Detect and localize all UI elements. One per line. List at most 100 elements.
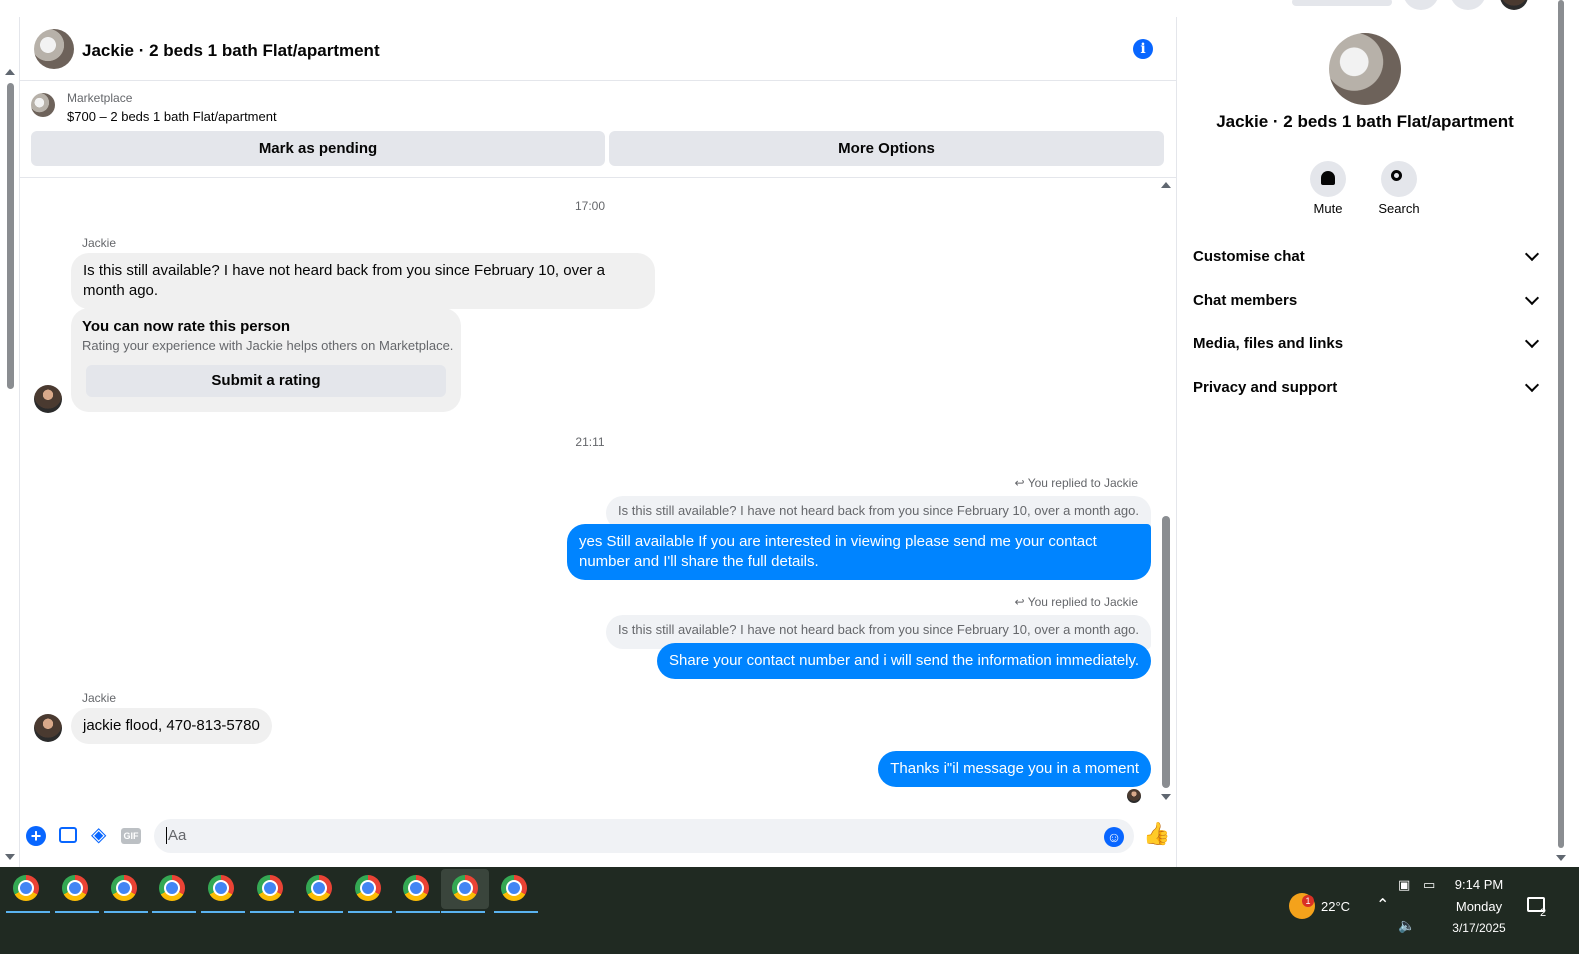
reply-label: You replied to Jackie <box>1027 595 1138 609</box>
listing-link[interactable]: $700 – 2 beds 1 bath Flat/apartment <box>67 109 277 124</box>
chevron-up-icon[interactable]: ⌃ <box>1376 895 1389 915</box>
taskbar-chrome-app[interactable] <box>494 869 538 913</box>
weather-badge: 1 <box>1302 895 1314 907</box>
outgoing-message[interactable]: yes Still available If you are intereste… <box>567 524 1151 580</box>
scroll-up-arrow-icon[interactable] <box>5 69 15 75</box>
search-button[interactable] <box>1381 161 1417 197</box>
top-round-button[interactable] <box>1450 0 1486 10</box>
section-label: Customise chat <box>1193 248 1305 265</box>
chevron-down-icon <box>1524 377 1540 393</box>
chrome-icon <box>305 875 332 901</box>
top-round-button[interactable] <box>1403 0 1439 10</box>
taskbar-chrome-app[interactable] <box>6 869 50 913</box>
taskbar-chrome-app[interactable] <box>103 869 148 913</box>
taskbar-chrome-app[interactable] <box>152 869 197 913</box>
mark-pending-button[interactable]: Mark as pending <box>31 131 605 166</box>
chrome-icon <box>61 875 88 901</box>
panel-scroll-down-icon[interactable] <box>1556 855 1566 861</box>
mute-button[interactable] <box>1310 161 1346 197</box>
chrome-icon <box>403 875 430 901</box>
reply-arrow-icon: ↩ <box>1014 595 1028 609</box>
panel-avatar[interactable] <box>1329 33 1401 105</box>
clock-date[interactable]: 3/17/2025 <box>1444 921 1514 935</box>
running-indicator <box>494 911 538 913</box>
sticker-icon[interactable]: ◈ <box>91 822 106 847</box>
search-label: Search <box>1378 201 1420 216</box>
incoming-message[interactable]: jackie flood, 470-813-5780 <box>71 708 272 744</box>
chat-scroll-down-icon[interactable] <box>1161 794 1171 800</box>
page-scrollbar[interactable] <box>0 17 20 867</box>
section-media-files-links[interactable]: Media, files and links <box>1193 332 1540 356</box>
taskbar-chrome-app[interactable] <box>298 869 343 913</box>
marketplace-label: Marketplace <box>67 91 133 105</box>
clock-time[interactable]: 9:14 PM <box>1444 877 1514 892</box>
reply-arrow-icon: ↩ <box>1014 476 1028 490</box>
timestamp: 17:00 <box>574 199 606 213</box>
chat-window: Jackie · 2 beds 1 bath Flat/apartment i … <box>20 17 1177 867</box>
notification-count: 2 <box>1540 907 1547 919</box>
listing-thumbnail[interactable] <box>31 93 55 117</box>
network-icon[interactable]: ▭ <box>1423 877 1435 893</box>
clock-day[interactable]: Monday <box>1444 899 1514 914</box>
reply-indicator: ↩ You replied to Jackie <box>1015 595 1138 609</box>
gif-icon[interactable]: GIF <box>121 828 141 844</box>
taskbar-apps <box>6 867 546 913</box>
message-input[interactable]: Aa <box>154 819 1134 853</box>
sender-name: Jackie <box>82 236 117 250</box>
marketplace-bar: Marketplace $700 – 2 beds 1 bath Flat/ap… <box>20 81 1176 178</box>
section-label: Privacy and support <box>1193 379 1338 396</box>
panel-scrollbar[interactable] <box>1553 0 1579 867</box>
camera-icon[interactable]: ▣ <box>1398 877 1410 893</box>
top-pill-button[interactable] <box>1292 0 1392 6</box>
chrome-icon <box>159 875 186 901</box>
chat-scroll-up-icon[interactable] <box>1161 182 1171 188</box>
panel-title: Jackie · 2 beds 1 bath Flat/apartment <box>1216 112 1514 131</box>
chevron-down-icon <box>1524 246 1540 262</box>
scroll-down-arrow-icon[interactable] <box>5 854 15 860</box>
panel-scroll-thumb[interactable] <box>1558 0 1564 848</box>
scroll-thumb[interactable] <box>7 83 14 389</box>
chrome-icon <box>452 875 479 901</box>
incoming-message[interactable]: Is this still available? I have not hear… <box>71 253 655 309</box>
weather-temperature[interactable]: 22°C <box>1321 899 1350 914</box>
browser-top-strip <box>0 0 1579 18</box>
sender-avatar[interactable] <box>34 714 62 742</box>
submit-rating-button[interactable]: Submit a rating <box>86 365 446 397</box>
account-avatar[interactable] <box>1500 0 1528 10</box>
rating-card: You can now rate this person Rating your… <box>71 308 461 412</box>
emoji-icon[interactable]: ☺ <box>1104 827 1124 847</box>
running-indicator <box>347 911 392 913</box>
section-privacy-support[interactable]: Privacy and support <box>1193 376 1540 400</box>
running-indicator <box>201 911 246 913</box>
chrome-icon <box>257 875 283 901</box>
mute-label: Mute <box>1313 201 1343 216</box>
running-indicator <box>250 911 294 913</box>
more-options-button[interactable]: More Options <box>609 131 1164 166</box>
chevron-down-icon <box>1524 290 1540 306</box>
plus-icon[interactable]: + <box>26 826 46 846</box>
chat-details-panel: Jackie · 2 beds 1 bath Flat/apartment Mu… <box>1177 17 1553 867</box>
section-customise-chat[interactable]: Customise chat <box>1193 245 1540 269</box>
like-icon[interactable]: 👍 <box>1143 821 1170 847</box>
running-indicator <box>298 911 343 913</box>
photo-icon[interactable] <box>59 827 77 843</box>
speaker-icon[interactable]: 🔈 <box>1398 917 1415 934</box>
taskbar-chrome-app[interactable] <box>201 869 246 913</box>
sender-avatar[interactable] <box>34 385 62 413</box>
chat-title[interactable]: Jackie · 2 beds 1 bath Flat/apartment <box>82 41 380 61</box>
outgoing-message[interactable]: Thanks i"il message you in a moment <box>878 751 1151 787</box>
info-icon[interactable]: i <box>1133 39 1153 59</box>
taskbar-chrome-app[interactable] <box>347 869 392 913</box>
message-list: 17:00 Jackie Is this still available? I … <box>20 178 1176 818</box>
taskbar-chrome-app[interactable] <box>441 869 490 913</box>
outgoing-message[interactable]: Share your contact number and i will sen… <box>657 643 1151 679</box>
chat-scroll-thumb[interactable] <box>1162 516 1170 788</box>
running-indicator <box>103 911 148 913</box>
taskbar-chrome-app[interactable] <box>250 869 294 913</box>
section-chat-members[interactable]: Chat members <box>1193 289 1540 313</box>
taskbar-chrome-app[interactable] <box>396 869 441 913</box>
rating-title: You can now rate this person <box>82 318 291 335</box>
reply-label: You replied to Jackie <box>1027 476 1138 490</box>
taskbar-chrome-app[interactable] <box>54 869 99 913</box>
chat-avatar[interactable] <box>34 29 74 69</box>
